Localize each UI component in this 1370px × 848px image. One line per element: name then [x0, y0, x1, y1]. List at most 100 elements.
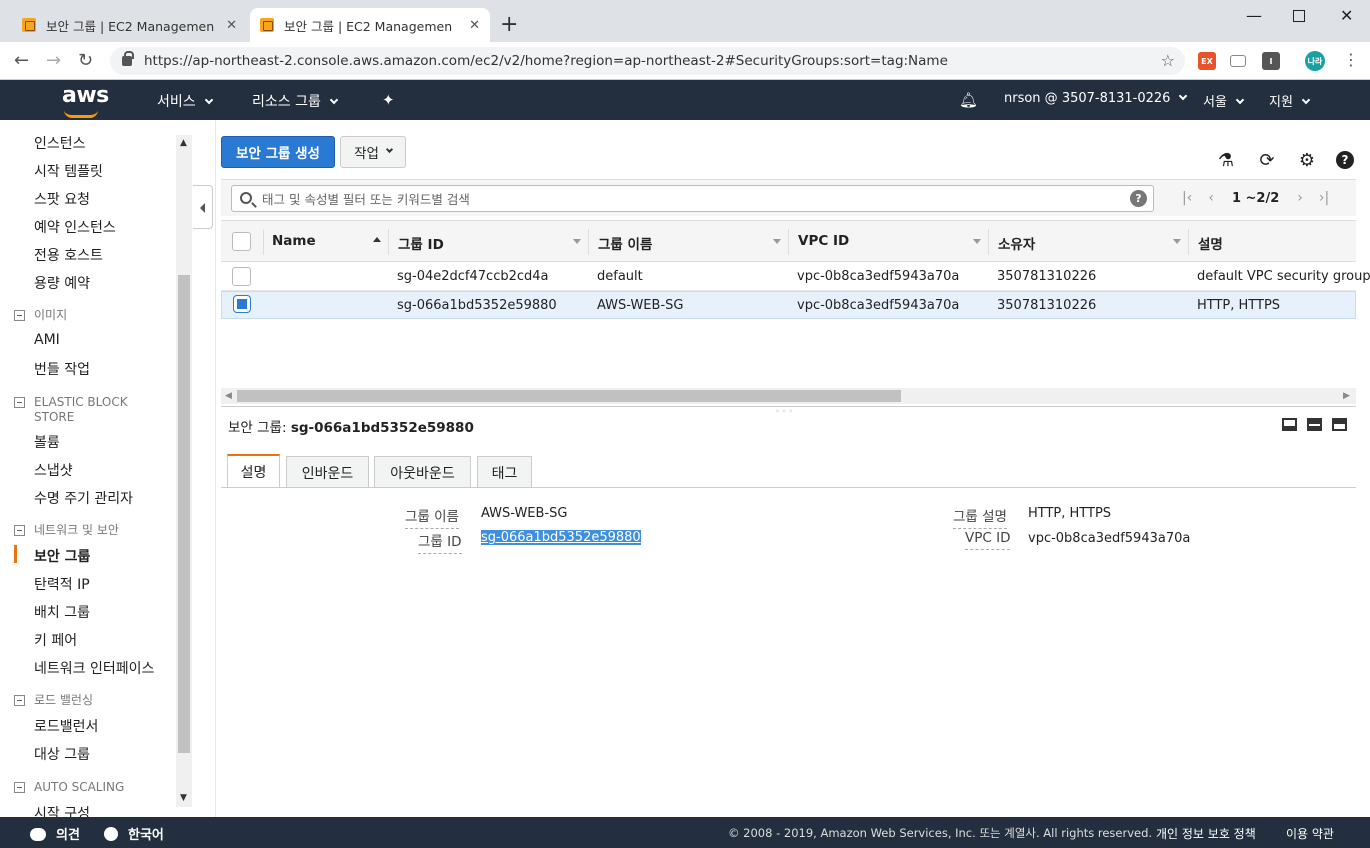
sort-icon[interactable] [973, 239, 981, 244]
sidebar-item-key-pairs[interactable]: 키 페어 [34, 630, 77, 650]
account-menu[interactable]: nrson @ 3507-8131-0226 [1004, 91, 1188, 106]
aws-logo[interactable]: aws [62, 83, 109, 118]
panel-splitter[interactable]: ◦◦◦ [221, 406, 1356, 416]
sidebar-item-snapshots[interactable]: 스냅샷 [34, 460, 73, 480]
close-icon[interactable]: ✕ [469, 18, 480, 33]
tab-tags[interactable]: 태그 [477, 456, 532, 488]
sidebar-item-bundle-tasks[interactable]: 번들 작업 [34, 359, 90, 379]
reload-icon[interactable]: ↻ [78, 50, 93, 71]
sidebar-item-launch-configurations[interactable]: 시작 구성 [34, 803, 90, 817]
row-checkbox[interactable] [232, 267, 251, 286]
url-input[interactable]: https://ap-northeast-2.console.aws.amazo… [110, 47, 1185, 75]
sidebar-item-lifecycle-manager[interactable]: 수명 주기 관리자 [34, 488, 133, 508]
group-id-value[interactable]: sg-066a1bd5352e59880 [481, 530, 641, 545]
sidebar-item-load-balancers[interactable]: 로드밸런서 [34, 716, 98, 736]
bookmark-star-icon[interactable]: ☆ [1161, 51, 1175, 70]
sidebar-section-images[interactable]: 이미지 [14, 308, 67, 323]
browser-menu-icon[interactable]: ⋮ [1343, 50, 1359, 69]
scroll-left-icon[interactable]: ◀ [225, 391, 232, 401]
sidebar-item-reserved-instances[interactable]: 예약 인스턴스 [34, 217, 116, 237]
sidebar-section-auto-scaling[interactable]: AUTO SCALING [14, 780, 124, 795]
gear-icon[interactable]: ⚙ [1297, 150, 1317, 171]
select-all-checkbox[interactable] [232, 232, 251, 251]
sidebar-item-spot-requests[interactable]: 스팟 요청 [34, 189, 90, 209]
maximize-icon[interactable] [1293, 10, 1305, 22]
sidebar-scrollbar[interactable]: ▲ ▼ [176, 135, 192, 807]
table-row-selected[interactable]: sg-066a1bd5352e59880 AWS-WEB-SG vpc-0b8c… [221, 291, 1356, 319]
column-description[interactable]: 설명 [1198, 233, 1223, 253]
new-tab-button[interactable]: + [500, 12, 518, 37]
tab-inbound[interactable]: 인바운드 [286, 456, 369, 488]
sidebar-item-ami[interactable]: AMI [34, 332, 60, 348]
table-horizontal-scrollbar[interactable]: ◀ ▶ [221, 388, 1356, 404]
browser-tab-1[interactable]: 보안 그룹 | EC2 Management Co ✕ [12, 8, 247, 42]
refresh-icon[interactable]: ⟳ [1257, 150, 1277, 171]
sidebar-item-security-groups[interactable]: 보안 그룹 [34, 546, 90, 566]
vpc-id-value[interactable]: vpc-0b8ca3edf5943a70a [1028, 531, 1190, 546]
sidebar-section-load-balancing[interactable]: 로드 밸런싱 [14, 693, 93, 708]
tab-outbound[interactable]: 아웃바운드 [374, 456, 471, 488]
pin-icon[interactable]: ✦ [382, 91, 395, 109]
table-scroll-thumb[interactable] [237, 390, 901, 402]
resource-groups-menu[interactable]: 리소스 그룹 [252, 91, 339, 111]
sidebar-item-launch-templates[interactable]: 시작 템플릿 [34, 161, 103, 181]
sidebar-item-network-interfaces[interactable]: 네트워크 인터페이스 [34, 658, 154, 678]
prev-page-icon[interactable]: ‹ [1208, 190, 1214, 206]
privacy-link[interactable]: 개인 정보 보호 정책 [1156, 825, 1256, 842]
scroll-down-icon[interactable]: ▼ [180, 793, 187, 803]
row-checkbox-checked[interactable] [234, 296, 250, 312]
sort-icon[interactable] [573, 239, 581, 244]
language-selector[interactable]: 한국어 [104, 824, 164, 843]
minimize-icon[interactable]: — [1246, 6, 1262, 25]
actions-dropdown[interactable]: 작업 [340, 136, 406, 168]
next-page-icon[interactable]: › [1297, 190, 1303, 206]
sort-icon[interactable] [773, 239, 781, 244]
column-owner[interactable]: 소유자 [998, 233, 1035, 253]
browser-tab-2[interactable]: 보안 그룹 | EC2 Management Co ✕ [250, 8, 490, 42]
sidebar-item-dedicated-hosts[interactable]: 전용 호스트 [34, 245, 103, 265]
sidebar-item-placement-groups[interactable]: 배치 그룹 [34, 602, 90, 622]
sidebar-scroll-thumb[interactable] [178, 275, 190, 753]
terms-link[interactable]: 이용 약관 [1286, 825, 1334, 842]
profile-avatar[interactable]: 나라 [1305, 51, 1325, 71]
close-icon[interactable]: ✕ [226, 18, 237, 33]
sidebar-section-network-security[interactable]: 네트워크 및 보안 [14, 523, 119, 538]
sidebar-item-target-groups[interactable]: 대상 그룹 [34, 744, 90, 764]
sidebar-item-capacity-reservations[interactable]: 용량 예약 [34, 273, 90, 293]
column-vpc-id[interactable]: VPC ID [798, 233, 849, 249]
help-icon[interactable]: ? [1336, 151, 1354, 169]
forward-icon[interactable]: → [46, 50, 61, 71]
first-page-icon[interactable]: |‹ [1182, 190, 1192, 206]
search-input[interactable]: 태그 및 속성별 필터 또는 키워드별 검색 ? [231, 185, 1154, 212]
window-close-icon[interactable]: ✕ [1340, 6, 1353, 25]
region-menu[interactable]: 서울 [1203, 91, 1245, 110]
scroll-right-icon[interactable]: ▶ [1343, 391, 1350, 401]
last-page-icon[interactable]: ›| [1319, 190, 1329, 206]
feedback-link[interactable]: 의견 [30, 824, 80, 843]
extension-ex-icon[interactable]: EX [1198, 52, 1216, 70]
column-group-id[interactable]: 그룹 ID [398, 233, 444, 253]
sidebar-section-ebs[interactable]: ELASTIC BLOCK STORE [14, 395, 144, 425]
services-menu[interactable]: 서비스 [157, 91, 213, 111]
flask-icon[interactable]: ⚗ [1216, 150, 1236, 171]
extension-cast-icon[interactable] [1230, 55, 1246, 67]
support-menu[interactable]: 지원 [1269, 91, 1311, 110]
column-name[interactable]: Name [272, 233, 316, 249]
panel-bottom-icon[interactable] [1282, 418, 1297, 431]
extension-i-icon[interactable]: I [1262, 52, 1280, 70]
panel-top-icon[interactable] [1332, 418, 1347, 431]
create-security-group-button[interactable]: 보안 그룹 생성 [221, 136, 335, 168]
back-icon[interactable]: ← [14, 50, 29, 71]
bell-icon[interactable]: 🔔︎ [959, 91, 978, 109]
sort-asc-icon[interactable] [373, 237, 381, 242]
tab-description[interactable]: 설명 [227, 454, 280, 488]
table-row[interactable]: sg-04e2dcf47ccb2cd4a default vpc-0b8ca3e… [221, 263, 1370, 291]
sidebar-item-volumes[interactable]: 볼륨 [34, 432, 60, 452]
sidebar-item-elastic-ips[interactable]: 탄력적 IP [34, 574, 90, 594]
panel-split-icon[interactable] [1307, 418, 1322, 431]
column-group-name[interactable]: 그룹 이름 [598, 233, 652, 253]
search-help-icon[interactable]: ? [1130, 190, 1147, 207]
scroll-up-icon[interactable]: ▲ [180, 138, 187, 148]
sidebar-collapse-button[interactable] [193, 185, 213, 229]
sidebar-item-instances[interactable]: 인스턴스 [34, 133, 86, 153]
